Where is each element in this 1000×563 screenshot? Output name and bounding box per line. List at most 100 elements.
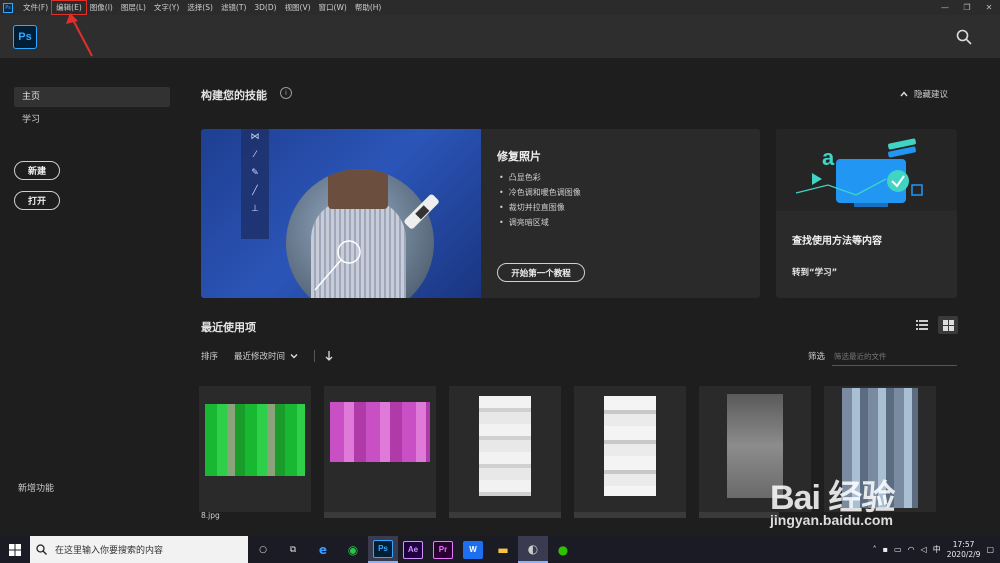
minimize-icon[interactable]: — bbox=[934, 0, 956, 15]
menu-bar: Ps 文件(F) 编辑(E) 图像(I) 图层(L) 文字(Y) 选择(S) 滤… bbox=[0, 0, 1000, 15]
file-name-placeholder bbox=[699, 512, 779, 518]
tutorial-card[interactable]: ⋈ ⁄ ✎ ╱ ⊥ 修复照片 凸显色彩 冷色调和暖色调图像 裁切并拉直图像 调亮… bbox=[201, 129, 760, 298]
battery-icon[interactable]: ▭ bbox=[894, 545, 902, 554]
cortana-icon[interactable]: ○ bbox=[248, 536, 278, 563]
menu-view[interactable]: 视图(V) bbox=[281, 1, 315, 14]
start-tutorial-button[interactable]: 开始第一个教程 bbox=[497, 263, 585, 282]
menu-image[interactable]: 图像(I) bbox=[86, 1, 117, 14]
menu-filter[interactable]: 滤镜(T) bbox=[217, 1, 250, 14]
clock-time: 17:57 bbox=[952, 539, 975, 549]
bandage-icon bbox=[404, 194, 439, 229]
taskbar-app-ae[interactable]: Ae bbox=[398, 536, 428, 563]
info-icon[interactable]: i bbox=[280, 87, 292, 99]
recent-file-thumb[interactable] bbox=[199, 386, 311, 512]
tray-app-icon[interactable]: ▪ bbox=[883, 545, 888, 554]
menu-window[interactable]: 窗口(W) bbox=[315, 1, 351, 14]
file-explorer-icon[interactable]: ▬ bbox=[488, 536, 518, 563]
learn-illustration-graphic: a bbox=[795, 138, 923, 207]
menu-layer[interactable]: 图层(L) bbox=[117, 1, 150, 14]
watermark-url: jingyan.baidu.com bbox=[770, 512, 893, 528]
clock-date: 2020/2/9 bbox=[946, 549, 981, 559]
filter-input[interactable] bbox=[832, 348, 957, 366]
view-toggle bbox=[912, 316, 958, 334]
file-name-placeholder bbox=[574, 512, 686, 518]
recent-file-thumb[interactable] bbox=[324, 386, 436, 512]
menu-edit[interactable]: 编辑(E) bbox=[51, 0, 87, 15]
svg-text:a: a bbox=[822, 145, 835, 170]
close-icon[interactable]: ✕ bbox=[978, 0, 1000, 15]
list-view-icon[interactable] bbox=[912, 316, 932, 334]
brush-icon: ╱ bbox=[252, 186, 258, 196]
recent-file-thumb[interactable] bbox=[574, 386, 686, 512]
wechat-icon[interactable]: ● bbox=[548, 536, 578, 563]
sidebar-item-learn[interactable]: 学习 bbox=[22, 112, 40, 125]
menu-select[interactable]: 选择(S) bbox=[183, 1, 217, 14]
edge-icon[interactable]: e bbox=[308, 536, 338, 563]
tutorial-title: 修复照片 bbox=[497, 150, 541, 163]
chevron-down-icon[interactable] bbox=[290, 353, 298, 359]
clock[interactable]: 17:57 2020/2/9 bbox=[947, 540, 981, 560]
taskbar-app-pr[interactable]: Pr bbox=[428, 536, 458, 563]
media-app-icon[interactable]: ◐ bbox=[518, 536, 548, 563]
sort-dropdown[interactable]: 最近修改时间 bbox=[234, 350, 285, 362]
file-preview bbox=[330, 402, 430, 462]
search-icon[interactable] bbox=[956, 29, 972, 45]
menu-type[interactable]: 文字(Y) bbox=[150, 1, 183, 14]
photoshop-logo: Ps bbox=[13, 25, 37, 49]
taskbar-app-wps[interactable]: W bbox=[458, 536, 488, 563]
blurred-face bbox=[328, 169, 388, 209]
sort-direction-icon[interactable] bbox=[325, 351, 333, 361]
tutorial-bullets: 凸显色彩 冷色调和暖色调图像 裁切并拉直图像 调亮暗区域 bbox=[499, 170, 581, 230]
window-controls: — ❐ ✕ bbox=[934, 0, 1000, 15]
volume-icon[interactable]: ◁ bbox=[921, 545, 927, 554]
sort-label: 排序 bbox=[201, 352, 219, 362]
open-button[interactable]: 打开 bbox=[14, 191, 60, 210]
crop-tool-icon: ⋈ bbox=[250, 132, 260, 142]
wifi-icon[interactable]: ◠ bbox=[908, 545, 915, 554]
hide-tips-label: 隐藏建议 bbox=[914, 90, 949, 100]
grid-view-icon[interactable] bbox=[938, 316, 958, 334]
windows-start-icon[interactable] bbox=[0, 536, 30, 563]
app-mini-icon: Ps bbox=[3, 2, 13, 13]
browser-icon[interactable]: ◉ bbox=[338, 536, 368, 563]
file-preview bbox=[479, 396, 531, 496]
go-to-learn-link[interactable]: 转到“学习” bbox=[792, 266, 837, 278]
list-item: 调亮暗区域 bbox=[499, 215, 581, 230]
sidebar: 主页 学习 新建 打开 新增功能 bbox=[0, 58, 180, 536]
ime-indicator[interactable]: 中 bbox=[933, 544, 941, 555]
task-view-icon[interactable]: ⧉ bbox=[278, 536, 308, 563]
file-name-placeholder bbox=[449, 512, 561, 518]
recent-file-thumb[interactable] bbox=[449, 386, 561, 512]
new-button[interactable]: 新建 bbox=[14, 161, 60, 180]
learn-card-title: 查找使用方法等内容 bbox=[792, 236, 882, 247]
taskbar-search[interactable]: 在这里输入你要搜索的内容 bbox=[30, 536, 248, 563]
chevron-up-icon bbox=[900, 91, 908, 97]
learn-card[interactable]: a 查找使用方法等内容 转到“学习” bbox=[776, 129, 957, 298]
sidebar-item-home[interactable]: 主页 bbox=[14, 87, 170, 107]
healing-brush-icon: ✎ bbox=[251, 168, 259, 178]
system-tray: ˄ ▪ ▭ ◠ ◁ 中 17:57 2020/2/9 ▢ bbox=[873, 536, 1000, 563]
restore-icon[interactable]: ❐ bbox=[956, 0, 978, 15]
recent-title: 最近使用项 bbox=[201, 321, 256, 334]
tutorial-image: ⋈ ⁄ ✎ ╱ ⊥ bbox=[201, 129, 481, 298]
list-item: 冷色调和暖色调图像 bbox=[499, 185, 581, 200]
eyedropper-icon: ⁄ bbox=[254, 150, 256, 160]
tray-chevron-up-icon[interactable]: ˄ bbox=[873, 545, 877, 554]
taskbar-app-ps[interactable]: Ps bbox=[368, 536, 398, 563]
file-name: 8.jpg bbox=[201, 511, 220, 520]
hide-tips-button[interactable]: 隐藏建议 bbox=[900, 88, 948, 100]
baidu-watermark: Bai 经验 jingyan.baidu.com bbox=[770, 470, 1000, 536]
list-item: 裁切并拉直图像 bbox=[499, 200, 581, 215]
file-name-placeholder bbox=[324, 512, 436, 518]
heal-circle-icon bbox=[314, 240, 361, 291]
menu-file[interactable]: 文件(F) bbox=[19, 1, 52, 14]
file-preview bbox=[604, 396, 656, 496]
menu-3d[interactable]: 3D(D) bbox=[250, 1, 280, 14]
notification-icon[interactable]: ▢ bbox=[986, 545, 994, 554]
sidebar-item-new-features[interactable]: 新增功能 bbox=[18, 481, 54, 494]
menu-help[interactable]: 帮助(H) bbox=[351, 1, 386, 14]
filter-label: 筛选 bbox=[808, 352, 826, 362]
list-item: 凸显色彩 bbox=[499, 170, 581, 185]
divider bbox=[314, 350, 316, 362]
search-icon bbox=[36, 544, 47, 555]
